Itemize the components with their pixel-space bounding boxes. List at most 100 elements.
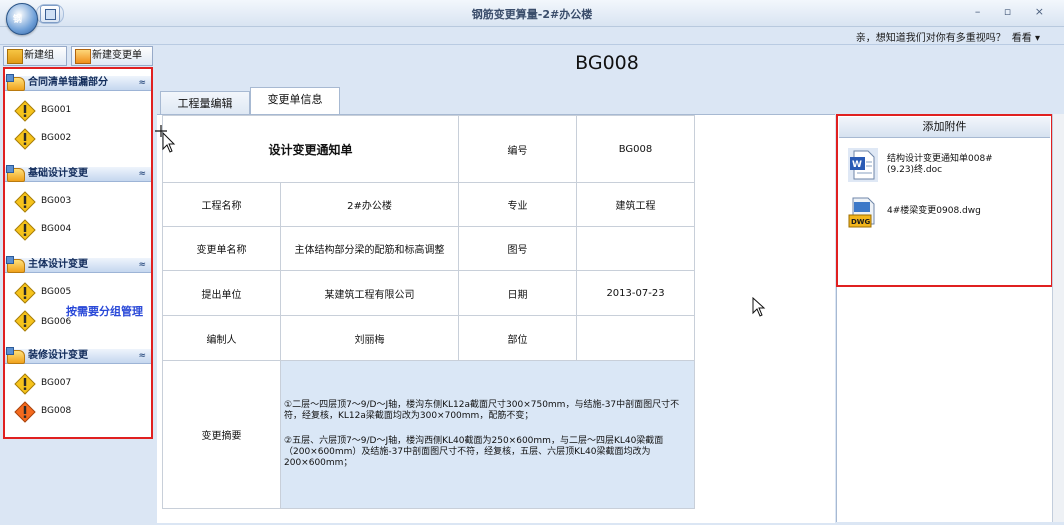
discipline-field[interactable]: 建筑工程 — [576, 182, 695, 227]
change-name-label: 变更单名称 — [162, 226, 281, 271]
group-label: 主体设计变更 — [28, 259, 88, 270]
group-header[interactable]: 主体设计变更 ≈ — [4, 256, 151, 273]
feedback-link[interactable]: 看看 ▾ — [1012, 33, 1040, 44]
tab-quantity-edit[interactable]: 工程量编辑 — [160, 91, 250, 116]
table-row: 变更摘要 ①二层～四层顶7～9/D～J轴，楼沟东侧KL12a截面尺寸300×75… — [162, 360, 695, 509]
list-item[interactable]: BG008 — [4, 399, 151, 425]
project-field[interactable]: 2#办公楼 — [280, 182, 459, 227]
app-logo-icon: 钢 — [13, 15, 23, 25]
number-field[interactable]: BG008 — [576, 115, 695, 183]
app-menu-button[interactable]: 钢 — [6, 3, 38, 35]
change-name-field[interactable]: 主体结构部分梁的配筋和标高调整 — [280, 226, 459, 271]
group-icon — [6, 256, 25, 273]
warning-icon — [14, 282, 36, 304]
number-label: 编号 — [458, 115, 577, 183]
collapse-icon[interactable]: ≈ — [138, 167, 146, 181]
warning-icon — [14, 373, 36, 395]
item-label: BG004 — [41, 224, 72, 234]
date-field[interactable]: 2013-07-23 — [576, 270, 695, 316]
list-item[interactable]: BG003 — [4, 189, 151, 215]
feedback-text: 亲，想知道我们对你有多重视吗？ — [855, 33, 1006, 44]
table-row: 设计变更通知单 编号 BG008 — [162, 115, 695, 183]
table-row: 提出单位 某建筑工程有限公司 日期 2013-07-23 — [162, 270, 695, 316]
change-group-tree: 合同清单错漏部分 ≈ BG001 BG002 基础设计变更 ≈ BG003 BG… — [3, 67, 153, 439]
dwg-file-icon: DWG — [848, 197, 875, 228]
group-header[interactable]: 基础设计变更 ≈ — [4, 165, 151, 182]
warning-icon — [14, 100, 36, 122]
change-info-panel: 设计变更通知单 编号 BG008 工程名称 2#办公楼 专业 建筑工程 变更单名… — [157, 114, 835, 523]
submitter-field[interactable]: 某建筑工程有限公司 — [280, 270, 459, 316]
department-field[interactable] — [576, 315, 695, 361]
page-title: BG008 — [575, 52, 639, 74]
item-label: BG002 — [41, 133, 72, 143]
warning-active-icon — [14, 401, 36, 423]
ribbon-bar: 亲，想知道我们对你有多重视吗？ 看看 ▾ — [0, 27, 1064, 45]
group-label: 合同清单错漏部分 — [28, 77, 108, 88]
group-label: 装修设计变更 — [28, 350, 88, 361]
submitter-label: 提出单位 — [162, 270, 281, 316]
project-label: 工程名称 — [162, 182, 281, 227]
group-icon — [6, 347, 25, 364]
table-row: 变更单名称 主体结构部分梁的配筋和标高调整 图号 — [162, 226, 695, 271]
group-icon — [6, 165, 25, 182]
list-item[interactable]: BG007 — [4, 371, 151, 397]
department-label: 部位 — [458, 315, 577, 361]
new-change-button[interactable]: 新建变更单 — [71, 46, 153, 66]
attachment-panel: 添加附件 W 结构设计变更通知单008#(9.23)终.doc DWG 4#楼梁… — [836, 114, 1052, 522]
window-controls[interactable]: – ▫ × — [975, 5, 1054, 18]
attachment-filename: 结构设计变更通知单008#(9.23)终.doc — [887, 154, 993, 175]
item-label: BG001 — [41, 105, 72, 115]
item-label: BG005 — [41, 287, 72, 297]
drawing-no-field[interactable] — [576, 226, 695, 271]
new-document-icon — [75, 49, 91, 64]
warning-icon — [14, 191, 36, 213]
drawing-no-label: 图号 — [458, 226, 577, 271]
item-label: BG003 — [41, 196, 72, 206]
feedback-area: 亲，想知道我们对你有多重视吗？ 看看 ▾ — [856, 29, 1040, 44]
item-label: BG007 — [41, 378, 72, 388]
group-header[interactable]: 装修设计变更 ≈ — [4, 347, 151, 364]
change-notice-form: 设计变更通知单 编号 BG008 工程名称 2#办公楼 专业 建筑工程 变更单名… — [162, 115, 695, 509]
collapse-icon[interactable]: ≈ — [138, 76, 146, 90]
tab-change-info[interactable]: 变更单信息 — [250, 87, 340, 114]
summary-paragraph-1: ①二层～四层顶7～9/D～J轴，楼沟东侧KL12a截面尺寸300×750mm，与… — [284, 400, 680, 421]
new-group-label: 新建组 — [24, 50, 54, 61]
warning-icon — [14, 219, 36, 241]
collapse-icon[interactable]: ≈ — [138, 258, 146, 272]
date-label: 日期 — [458, 270, 577, 316]
svg-text:DWG: DWG — [851, 218, 871, 226]
move-cursor-icon — [155, 125, 176, 153]
list-item[interactable]: BG001 — [4, 98, 151, 124]
summary-paragraph-2: ②五层、六层顶7～9/D～J轴，楼沟西侧KL40截面为250×600mm，与二层… — [284, 436, 664, 468]
author-field[interactable]: 刘丽梅 — [280, 315, 459, 361]
list-item[interactable]: BG002 — [4, 126, 151, 152]
window-title: 钢筋变更算量-2#办公楼 — [471, 8, 593, 21]
table-row: 工程名称 2#办公楼 专业 建筑工程 — [162, 182, 695, 227]
attachment-item[interactable]: DWG 4#楼梁变更0908.dwg — [845, 196, 1045, 232]
group-label: 基础设计变更 — [28, 168, 88, 179]
vertical-scrollbar[interactable] — [1052, 114, 1064, 522]
attachment-filename: 4#楼梁变更0908.dwg — [887, 206, 981, 216]
group-header[interactable]: 合同清单错漏部分 ≈ — [4, 74, 151, 91]
grouping-annotation: 按需要分组管理 — [66, 305, 143, 318]
list-item[interactable]: BG004 — [4, 217, 151, 243]
word-doc-icon: W — [848, 148, 878, 182]
new-group-button[interactable]: 新建组 — [3, 46, 67, 66]
summary-field[interactable]: ①二层～四层顶7～9/D～J轴，楼沟东侧KL12a截面尺寸300×750mm，与… — [280, 360, 695, 509]
attachment-header[interactable]: 添加附件 — [839, 117, 1050, 138]
group-toolbar: 新建组 新建变更单 — [3, 46, 153, 66]
svg-text:W: W — [852, 160, 862, 170]
warning-icon — [14, 128, 36, 150]
collapse-icon[interactable]: ≈ — [138, 349, 146, 363]
title-bar: 钢筋变更算量-2#办公楼 – ▫ × — [0, 0, 1064, 27]
author-label: 编制人 — [162, 315, 281, 361]
pointer-cursor-icon — [752, 297, 766, 317]
new-change-label: 新建变更单 — [92, 50, 142, 61]
folder-icon — [7, 49, 23, 64]
discipline-label: 专业 — [458, 182, 577, 227]
attachment-item[interactable]: W 结构设计变更通知单008#(9.23)终.doc — [845, 148, 1045, 184]
table-row: 编制人 刘丽梅 部位 — [162, 315, 695, 361]
warning-icon — [14, 310, 36, 332]
summary-label: 变更摘要 — [162, 360, 281, 509]
doc-title: 设计变更通知单 — [162, 115, 459, 183]
